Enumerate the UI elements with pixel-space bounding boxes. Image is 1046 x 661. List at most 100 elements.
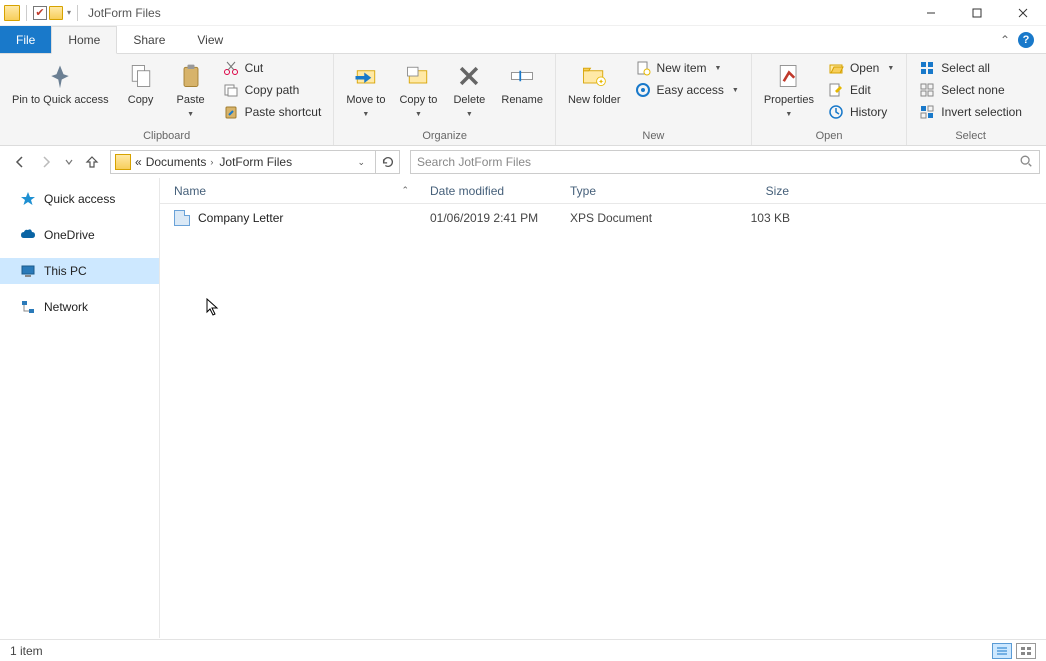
cut-icon	[223, 60, 239, 76]
pin-label: Pin to Quick access	[12, 94, 109, 107]
view-large-icons-button[interactable]	[1016, 643, 1036, 659]
search-box[interactable]	[410, 150, 1040, 174]
pin-quick-access-button[interactable]: Pin to Quick access	[6, 56, 115, 107]
minimize-button[interactable]	[908, 0, 954, 26]
close-button[interactable]	[1000, 0, 1046, 26]
group-organize: Move to ▼ Copy to ▼ Delete ▼ Rename Orga…	[334, 54, 556, 145]
invert-selection-button[interactable]: Invert selection	[913, 102, 1028, 122]
edit-icon	[828, 82, 844, 98]
qat-folder-icon[interactable]	[49, 6, 63, 20]
file-rows[interactable]: Company Letter 01/06/2019 2:41 PM XPS Do…	[160, 204, 1046, 638]
column-type[interactable]: Type	[560, 178, 700, 203]
main-area: Quick access OneDrive This PC Network Na…	[0, 178, 1046, 638]
pin-icon	[44, 60, 76, 92]
sort-asc-icon: ⌃	[401, 185, 409, 196]
quick-access-toolbar: ✔ ▾	[4, 5, 82, 21]
file-date: 01/06/2019 2:41 PM	[420, 211, 560, 225]
column-name[interactable]: Name⌃	[160, 178, 420, 203]
chevron-down-icon: ▼	[187, 108, 194, 121]
file-row[interactable]: Company Letter 01/06/2019 2:41 PM XPS Do…	[160, 206, 1046, 230]
new-folder-label: New folder	[568, 94, 621, 107]
title-bar: ✔ ▾ JotForm Files	[0, 0, 1046, 26]
window-controls	[908, 0, 1046, 26]
easy-access-button[interactable]: Easy access▼	[629, 80, 745, 100]
group-select: Select all Select none Invert selection …	[907, 54, 1034, 145]
properties-icon	[773, 60, 805, 92]
help-icon[interactable]: ?	[1018, 32, 1034, 48]
nav-quick-access[interactable]: Quick access	[0, 186, 159, 212]
delete-button[interactable]: Delete ▼	[445, 56, 493, 121]
new-folder-button[interactable]: ✦ New folder	[562, 56, 627, 107]
window-title: JotForm Files	[88, 6, 161, 20]
refresh-button[interactable]	[376, 150, 400, 174]
group-label: Select	[913, 128, 1028, 145]
properties-label: Properties	[764, 94, 814, 107]
group-label: Organize	[340, 128, 549, 145]
separator	[26, 5, 27, 21]
navigation-pane[interactable]: Quick access OneDrive This PC Network	[0, 178, 160, 638]
file-size: 103 KB	[700, 211, 800, 225]
copy-label: Copy	[128, 94, 154, 107]
column-size[interactable]: Size	[700, 178, 800, 203]
up-button[interactable]	[84, 154, 100, 170]
chevron-down-icon: ▼	[732, 87, 739, 94]
copy-to-icon	[402, 60, 434, 92]
move-to-button[interactable]: Move to ▼	[340, 56, 391, 121]
tab-file[interactable]: File	[0, 26, 51, 53]
open-icon	[828, 60, 844, 76]
open-button[interactable]: Open▼	[822, 58, 900, 78]
address-bar[interactable]: « Documents› JotForm Files ⌄	[110, 150, 376, 174]
address-dropdown-icon[interactable]: ⌄	[351, 157, 371, 168]
copy-to-button[interactable]: Copy to ▼	[393, 56, 443, 121]
history-button[interactable]: History	[822, 102, 900, 122]
chevron-down-icon: ▼	[785, 108, 792, 121]
chevron-down-icon: ▼	[362, 108, 369, 121]
breadcrumb-jotform[interactable]: JotForm Files	[219, 155, 292, 169]
forward-button[interactable]	[38, 154, 54, 170]
select-none-button[interactable]: Select none	[913, 80, 1028, 100]
copy-path-button[interactable]: Copy path	[217, 80, 328, 100]
folder-icon	[115, 154, 131, 170]
file-name: Company Letter	[198, 211, 283, 225]
rename-button[interactable]: Rename	[495, 56, 549, 107]
nav-network[interactable]: Network	[0, 294, 159, 320]
breadcrumb-overflow[interactable]: «	[135, 155, 142, 169]
tab-share[interactable]: Share	[117, 26, 181, 53]
column-date[interactable]: Date modified	[420, 178, 560, 203]
group-open: Properties ▼ Open▼ Edit History Open	[752, 54, 907, 145]
nav-this-pc[interactable]: This PC	[0, 258, 159, 284]
tab-home[interactable]: Home	[51, 26, 117, 54]
tab-view[interactable]: View	[181, 26, 239, 53]
edit-button[interactable]: Edit	[822, 80, 900, 100]
qat-properties-icon[interactable]: ✔	[33, 6, 47, 20]
status-bar: 1 item	[0, 639, 1046, 661]
copy-button[interactable]: Copy	[117, 56, 165, 107]
rename-label: Rename	[501, 94, 543, 107]
new-item-icon	[635, 60, 651, 76]
group-clipboard: Pin to Quick access Copy Paste ▼ Cut Cop…	[0, 54, 334, 145]
move-to-label: Move to	[346, 94, 385, 107]
item-count: 1 item	[10, 644, 43, 658]
chevron-down-icon: ▼	[887, 65, 894, 72]
maximize-button[interactable]	[954, 0, 1000, 26]
recent-locations-button[interactable]	[64, 157, 74, 167]
minimize-ribbon-icon[interactable]: ⌃	[1000, 33, 1010, 47]
view-details-button[interactable]	[992, 643, 1012, 659]
new-item-button[interactable]: New item▼	[629, 58, 745, 78]
search-icon[interactable]	[1019, 154, 1033, 171]
chevron-right-icon[interactable]: ›	[208, 157, 215, 167]
invert-icon	[919, 104, 935, 120]
qat-dropdown-icon[interactable]: ▾	[67, 8, 71, 17]
properties-button[interactable]: Properties ▼	[758, 56, 820, 121]
search-input[interactable]	[417, 155, 1013, 169]
select-all-button[interactable]: Select all	[913, 58, 1028, 78]
back-button[interactable]	[12, 154, 28, 170]
paste-icon	[175, 60, 207, 92]
cut-button[interactable]: Cut	[217, 58, 328, 78]
group-label: Clipboard	[6, 128, 327, 145]
paste-shortcut-button[interactable]: Paste shortcut	[217, 102, 328, 122]
breadcrumb-documents[interactable]: Documents›	[146, 155, 216, 169]
move-to-icon	[350, 60, 382, 92]
paste-button[interactable]: Paste ▼	[167, 56, 215, 121]
nav-onedrive[interactable]: OneDrive	[0, 222, 159, 248]
